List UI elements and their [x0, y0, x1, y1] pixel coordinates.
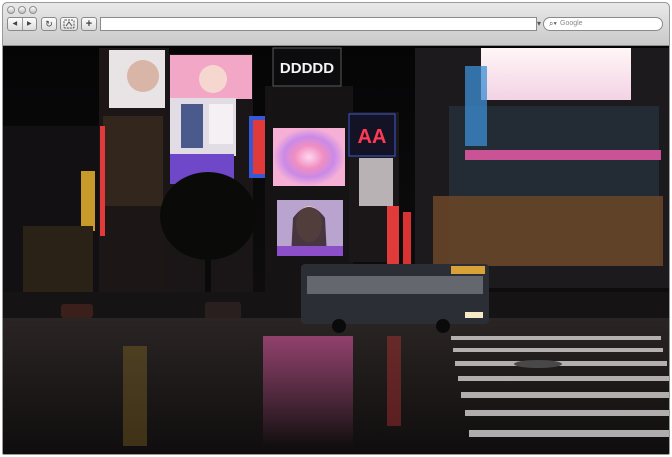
manhole: [514, 360, 562, 368]
bus-windows: [307, 276, 483, 294]
address-dropdown-icon[interactable]: ▾: [537, 19, 541, 28]
page-content: DDDDD AA: [3, 46, 669, 454]
pink-neon-band: [465, 150, 661, 160]
car-left: [61, 304, 93, 318]
magnifier-icon: ⌕▾: [549, 19, 557, 28]
plus-icon: +: [85, 18, 93, 30]
portrait-banner: [277, 246, 343, 256]
zoom-window-button[interactable]: [29, 6, 37, 14]
figure-billboard: [359, 158, 393, 206]
reload-icon: ↻: [45, 19, 53, 29]
bus-destination-sign: [451, 266, 485, 274]
search-placeholder: Google: [560, 20, 583, 27]
bus-wheel-rear: [332, 319, 346, 333]
blue-vertical-sign: [465, 66, 487, 146]
pink-reflection: [263, 336, 353, 446]
billboard-face: [127, 60, 159, 92]
window-controls: [7, 6, 37, 14]
street-lights: [23, 226, 93, 296]
search-field[interactable]: ⌕▾ Google: [543, 17, 663, 31]
amber-reflection: [123, 346, 147, 446]
bus-headlight: [465, 312, 483, 318]
billboard-model-face: [199, 65, 227, 93]
minimize-window-button[interactable]: [18, 6, 26, 14]
red-neon-stripe: [253, 120, 265, 174]
web-snippet-button[interactable]: [60, 17, 78, 31]
add-bookmark-button[interactable]: +: [81, 17, 97, 31]
vertical-neon-sign: [100, 126, 105, 236]
browser-toolbar: ◀ ▶ ↻ + ▾ ⌕▾ Google: [3, 3, 669, 46]
black-sign-text: DDDDD: [280, 60, 334, 77]
japanese-text-panel: [209, 104, 233, 144]
right-building-screen: [481, 48, 631, 100]
fashion-billboard-figure: [181, 104, 203, 148]
red-sign-text: AA: [358, 126, 387, 148]
red-neon-column: [387, 206, 399, 266]
back-arrow-icon[interactable]: ◀: [8, 18, 22, 30]
car-center: [205, 302, 241, 320]
red-reflection: [387, 336, 401, 426]
red-neon-column-2: [403, 212, 411, 264]
reload-button[interactable]: ↻: [41, 17, 57, 31]
swirl-screen: [273, 128, 345, 186]
forward-arrow-icon[interactable]: ▶: [21, 18, 37, 30]
close-window-button[interactable]: [7, 6, 15, 14]
web-snippet-icon: [63, 19, 75, 29]
amber-windows: [433, 196, 663, 266]
address-bar[interactable]: [100, 17, 537, 31]
bus-wheel-front: [436, 319, 450, 333]
yellow-sign: [81, 171, 95, 231]
back-forward-control: ◀ ▶: [7, 17, 37, 31]
browser-window: ◀ ▶ ↻ + ▾ ⌕▾ Google DDDDD AA: [2, 2, 670, 455]
night-city-photo: DDDDD AA: [3, 46, 669, 454]
tower-windows: [103, 116, 163, 206]
